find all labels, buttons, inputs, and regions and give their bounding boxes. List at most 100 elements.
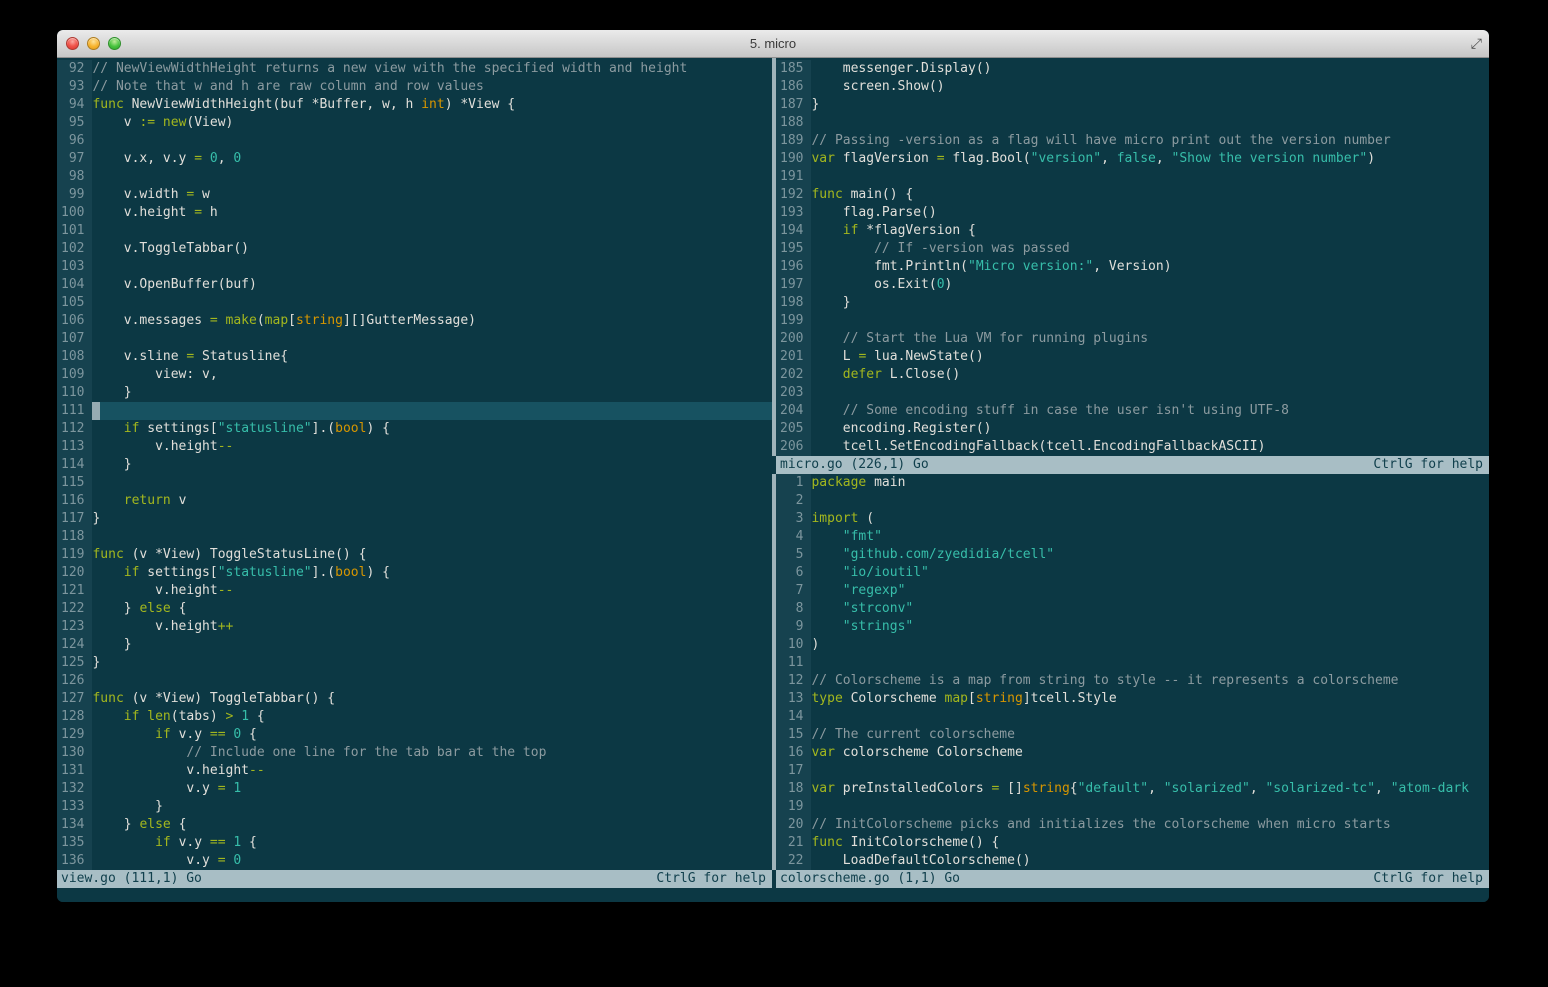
code-line[interactable]: 4 "fmt" xyxy=(776,528,1489,546)
code-line[interactable]: 118 xyxy=(57,528,772,546)
code-line[interactable]: 10) xyxy=(776,636,1489,654)
code-line[interactable]: 125} xyxy=(57,654,772,672)
code-line[interactable]: 1 package main xyxy=(776,474,1489,492)
code-line[interactable]: 14 xyxy=(776,708,1489,726)
code-line[interactable]: 132 v.y = 1 xyxy=(57,780,772,798)
code-line[interactable]: 126 xyxy=(57,672,772,690)
code-line[interactable]: 197 os.Exit(0) xyxy=(776,276,1489,294)
code-line[interactable]: 129 if v.y == 0 { xyxy=(57,726,772,744)
code-line[interactable]: 100 v.height = h xyxy=(57,204,772,222)
code-line[interactable]: 123 v.height++ xyxy=(57,618,772,636)
code-line[interactable]: 111 xyxy=(57,402,772,420)
code-line[interactable]: 122 } else { xyxy=(57,600,772,618)
code-line[interactable]: 22 LoadDefaultColorscheme() xyxy=(776,852,1489,870)
code-line[interactable]: 104 v.OpenBuffer(buf) xyxy=(57,276,772,294)
code-line[interactable]: 7 "regexp" xyxy=(776,582,1489,600)
code-line[interactable]: 130 // Include one line for the tab bar … xyxy=(57,744,772,762)
code-line[interactable]: 5 "github.com/zyedidia/tcell" xyxy=(776,546,1489,564)
code-line[interactable]: 192 func main() { xyxy=(776,186,1489,204)
line-number: 4 xyxy=(776,528,812,546)
code-line[interactable]: 128 if len(tabs) > 1 { xyxy=(57,708,772,726)
code-line[interactable]: 206 tcell.SetEncodingFallback(tcell.Enco… xyxy=(776,438,1489,456)
code-line[interactable]: 18 var preInstalledColors = []string{"def… xyxy=(776,780,1489,798)
code-line[interactable]: 116 return v xyxy=(57,492,772,510)
code-line[interactable]: 114 } xyxy=(57,456,772,474)
code-line[interactable]: 17 xyxy=(776,762,1489,780)
code-line[interactable]: 121 v.height-- xyxy=(57,582,772,600)
code-line[interactable]: 2 xyxy=(776,492,1489,510)
code-line[interactable]: 185 messenger.Display() xyxy=(776,60,1489,78)
code-line[interactable]: 203 xyxy=(776,384,1489,402)
code-line[interactable]: 189// Passing -version as a flag will ha… xyxy=(776,132,1489,150)
code-line[interactable]: 135 if v.y == 1 { xyxy=(57,834,772,852)
code-line[interactable]: 107 xyxy=(57,330,772,348)
code-line[interactable]: 190 var flagVersion = flag.Bool("version"… xyxy=(776,150,1489,168)
code-line[interactable]: 188 xyxy=(776,114,1489,132)
code-line[interactable]: 13 type Colorscheme map[string]tcell.Styl… xyxy=(776,690,1489,708)
code-line[interactable]: 187} xyxy=(776,96,1489,114)
code-line[interactable]: 15// The current colorscheme xyxy=(776,726,1489,744)
code-line[interactable]: 9 "strings" xyxy=(776,618,1489,636)
code-line[interactable]: 191 xyxy=(776,168,1489,186)
code-line[interactable]: 106 v.messages = make(map[string][]Gutte… xyxy=(57,312,772,330)
code-line[interactable]: 193 flag.Parse() xyxy=(776,204,1489,222)
window-titlebar[interactable]: 5. micro ⤢ xyxy=(57,30,1489,58)
code-line[interactable]: 19 xyxy=(776,798,1489,816)
code-line[interactable]: 98 xyxy=(57,168,772,186)
code-line[interactable]: 134 } else { xyxy=(57,816,772,834)
resize-icon[interactable]: ⤢ xyxy=(1471,37,1482,51)
code-line[interactable]: 115 xyxy=(57,474,772,492)
code-line[interactable]: 194 if *flagVersion { xyxy=(776,222,1489,240)
code-line[interactable]: 205 encoding.Register() xyxy=(776,420,1489,438)
code-line[interactable]: 198 } xyxy=(776,294,1489,312)
code-text: "github.com/zyedidia/tcell" xyxy=(842,547,1055,562)
code-line[interactable]: 94 func NewViewWidthHeight(buf *Buffer, w… xyxy=(57,96,772,114)
code-line[interactable]: 8 "strconv" xyxy=(776,600,1489,618)
code-line[interactable]: 110 } xyxy=(57,384,772,402)
zoom-button[interactable] xyxy=(108,37,121,50)
code-line[interactable]: 105 xyxy=(57,294,772,312)
code-line[interactable]: 201 L = lua.NewState() xyxy=(776,348,1489,366)
code-line[interactable]: 101 xyxy=(57,222,772,240)
code-line[interactable]: 200 // Start the Lua VM for running plug… xyxy=(776,330,1489,348)
code-text: } xyxy=(92,637,132,652)
code-line[interactable]: 204 // Some encoding stuff in case the u… xyxy=(776,402,1489,420)
code-line[interactable]: 124 } xyxy=(57,636,772,654)
code-line[interactable]: 199 xyxy=(776,312,1489,330)
close-button[interactable] xyxy=(66,37,79,50)
code-line[interactable]: 103 xyxy=(57,258,772,276)
code-line[interactable]: 136 v.y = 0 xyxy=(57,852,772,870)
line-number: 196 xyxy=(776,258,812,276)
code-line[interactable]: 113 v.height-- xyxy=(57,438,772,456)
line-number: 188 xyxy=(776,114,812,132)
code-line[interactable]: 20// InitColorscheme picks and initializ… xyxy=(776,816,1489,834)
code-line[interactable]: 109 view: v, xyxy=(57,366,772,384)
code-line[interactable]: 21 func InitColorscheme() { xyxy=(776,834,1489,852)
code-line[interactable]: 108 v.sline = Statusline{ xyxy=(57,348,772,366)
code-line[interactable]: 131 v.height-- xyxy=(57,762,772,780)
code-line[interactable]: 120 if settings["statusline"].(bool) { xyxy=(57,564,772,582)
code-line[interactable]: 133 } xyxy=(57,798,772,816)
code-line[interactable]: 112 if settings["statusline"].(bool) { xyxy=(57,420,772,438)
code-line[interactable]: 97 v.x, v.y = 0, 0 xyxy=(57,150,772,168)
code-line[interactable]: 95 v := new(View) xyxy=(57,114,772,132)
code-line[interactable]: 99 v.width = w xyxy=(57,186,772,204)
code-line[interactable]: 202 defer L.Close() xyxy=(776,366,1489,384)
code-line[interactable]: 92// NewViewWidthHeight returns a new vi… xyxy=(57,60,772,78)
minimize-button[interactable] xyxy=(87,37,100,50)
code-line[interactable]: 195 // If -version was passed xyxy=(776,240,1489,258)
code-line[interactable]: 196 fmt.Println("Micro version:", Versio… xyxy=(776,258,1489,276)
code-line[interactable]: 127 func (v *View) ToggleTabbar() { xyxy=(57,690,772,708)
code-line[interactable]: 102 v.ToggleTabbar() xyxy=(57,240,772,258)
code-line[interactable]: 186 screen.Show() xyxy=(776,78,1489,96)
code-line[interactable]: 6 "io/ioutil" xyxy=(776,564,1489,582)
code-line[interactable]: 3 import ( xyxy=(776,510,1489,528)
code-line[interactable]: 12// Colorscheme is a map from string to… xyxy=(776,672,1489,690)
code-line[interactable]: 11 xyxy=(776,654,1489,672)
code-line[interactable]: 93// Note that w and h are raw column an… xyxy=(57,78,772,96)
code-line[interactable]: 16 var colorscheme Colorscheme xyxy=(776,744,1489,762)
code-line[interactable]: 119 func (v *View) ToggleStatusLine() { xyxy=(57,546,772,564)
code-line[interactable]: 117} xyxy=(57,510,772,528)
code-line[interactable]: 96 xyxy=(57,132,772,150)
